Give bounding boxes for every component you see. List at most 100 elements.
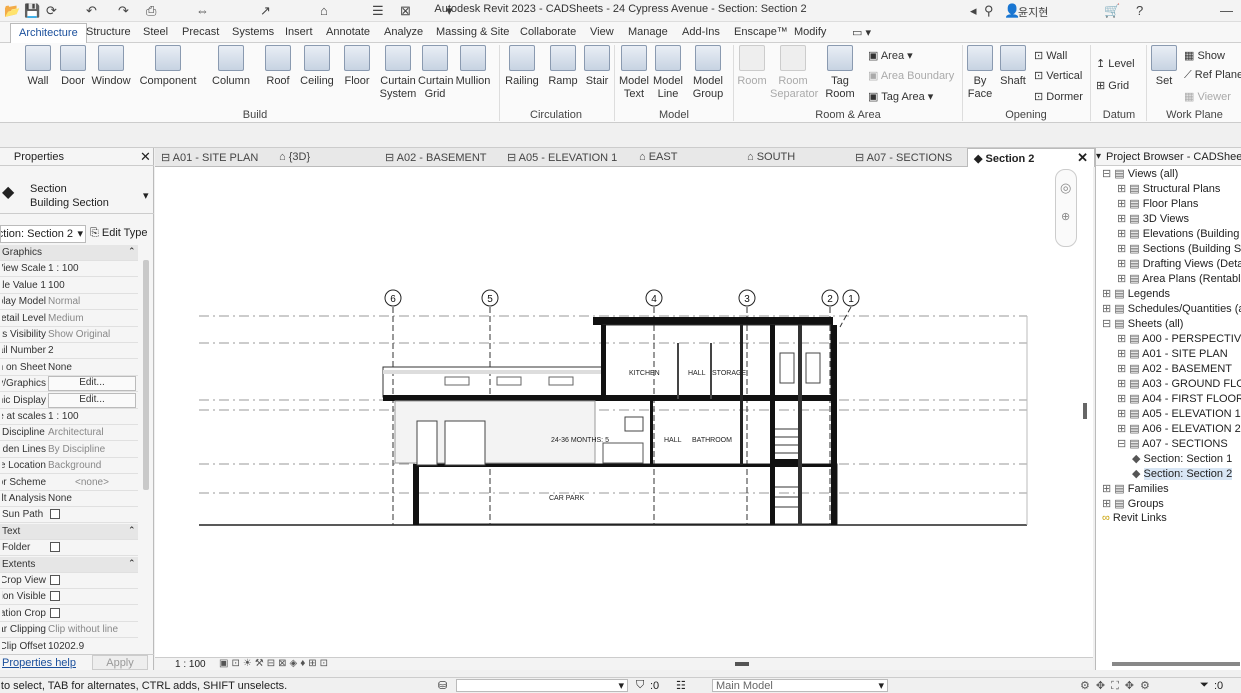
- tab-add-ins[interactable]: Add-Ins: [682, 26, 720, 38]
- browser-item[interactable]: ⊞ ▤ A05 - ELEVATION 1: [1117, 407, 1241, 420]
- tab-collaborate[interactable]: Collaborate: [520, 26, 576, 38]
- expand-icon[interactable]: ⊞: [1102, 288, 1114, 300]
- browser-item[interactable]: ⊞ ▤ Schedules/Quantities (all): [1102, 302, 1241, 315]
- filter-icon[interactable]: ⏷: [1200, 679, 1209, 692]
- tab-architecture[interactable]: Architecture: [10, 23, 87, 44]
- browser-menu-icon[interactable]: ▾: [1096, 151, 1101, 162]
- expand-icon[interactable]: ⊞: [1102, 303, 1114, 315]
- building-section[interactable]: KITCHEN HALL STORAGE 24-36 MONTHS: 5 HAL…: [382, 317, 838, 525]
- ribbon-toggle-icon[interactable]: ▭ ▾: [852, 26, 871, 39]
- property-group-extents[interactable]: Extents ⌃: [0, 556, 138, 573]
- property-group-text[interactable]: Text ⌃: [0, 523, 138, 540]
- checkbox[interactable]: [50, 607, 60, 618]
- close-hidden-icon[interactable]: ⊠: [400, 3, 411, 19]
- property-row[interactable]: Detail LevelMedium: [0, 311, 138, 327]
- help-icon[interactable]: ?: [1136, 3, 1143, 18]
- design-options-icon[interactable]: ☷: [676, 679, 686, 692]
- property-row[interactable]: Display ModelNormal: [0, 294, 138, 311]
- property-row[interactable]: Rotation on SheetNone: [0, 360, 138, 376]
- property-value[interactable]: Clip without line: [48, 624, 136, 635]
- roof-tool[interactable]: Roof: [262, 45, 294, 88]
- expand-icon[interactable]: ⊞: [1117, 198, 1129, 210]
- expand-icon[interactable]: ⊞: [1102, 498, 1114, 510]
- browser-item[interactable]: ⊟ ▤ A07 - SECTIONS: [1117, 437, 1228, 450]
- browser-item[interactable]: ⊞ ▤ Elevations (Building Elevation): [1117, 227, 1241, 240]
- zoom-icon[interactable]: ⊕: [1061, 210, 1070, 223]
- tab-manage[interactable]: Manage: [628, 26, 668, 38]
- collapse-icon[interactable]: ⊟: [1102, 318, 1114, 330]
- by-face-tool[interactable]: By Face: [966, 45, 994, 101]
- room-tag-hall-upper[interactable]: HALL: [688, 370, 706, 377]
- property-row[interactable]: Visibility/GraphicsEdit...: [0, 376, 138, 393]
- viewer-tool[interactable]: ▦ Viewer: [1184, 90, 1231, 103]
- selection-filter-icons[interactable]: ⚙✥⛶✥⚙: [1080, 679, 1156, 693]
- browser-item[interactable]: ∞ Revit Links: [1102, 512, 1167, 524]
- property-value[interactable]: 1 : 100: [48, 263, 136, 274]
- model-group-tool[interactable]: Model Group: [690, 45, 726, 101]
- property-value[interactable]: Normal: [48, 296, 136, 307]
- property-value[interactable]: Architectural: [48, 427, 136, 438]
- level-tool[interactable]: ↥ Level: [1096, 57, 1135, 70]
- properties-scrollbar[interactable]: [143, 260, 149, 490]
- property-row[interactable]: View Scale1 : 100: [0, 261, 138, 278]
- collapse-icon[interactable]: ⊟: [1117, 438, 1129, 450]
- floor-tool[interactable]: Floor: [340, 45, 374, 88]
- room-tool[interactable]: Room: [736, 45, 768, 88]
- expand-icon[interactable]: ⊞: [1117, 408, 1129, 420]
- shaft-tool[interactable]: Shaft: [998, 45, 1028, 88]
- type-selector[interactable]: ◆ Section Building Section ▾: [0, 170, 154, 214]
- close-icon[interactable]: ✕: [140, 149, 151, 165]
- property-row[interactable]: Sun Path: [0, 507, 138, 524]
- search-left-icon[interactable]: ◂: [970, 3, 977, 19]
- vertical-scrollbar[interactable]: [1083, 403, 1087, 419]
- tab-precast[interactable]: Precast: [182, 26, 219, 38]
- property-row[interactable]: Color Scheme LocationBackground: [0, 458, 138, 475]
- property-value[interactable]: 10202.9: [48, 641, 136, 652]
- horizontal-scrollbar[interactable]: [735, 662, 749, 666]
- property-row[interactable]: Show Hidden LinesBy Discipline: [0, 442, 138, 458]
- collapse-icon[interactable]: ⌃: [128, 246, 136, 257]
- properties-help-link[interactable]: Properties help: [2, 657, 76, 669]
- property-row[interactable]: Far Clip Offset10202.9: [0, 639, 138, 655]
- browser-item[interactable]: ⊞ ▤ A00 - PERSPECTIVE: [1117, 332, 1241, 345]
- design-option-dropdown[interactable]: Main Model ▾: [712, 679, 888, 692]
- tab-a07-sections[interactable]: ⊟ A07 - SECTIONS: [855, 151, 952, 164]
- component-tool[interactable]: Component: [138, 45, 198, 88]
- checkbox[interactable]: [50, 509, 60, 520]
- checkbox[interactable]: [50, 575, 60, 585]
- wall-tool[interactable]: Wall: [22, 45, 54, 88]
- binoculars-icon[interactable]: ⚲: [984, 3, 994, 19]
- expand-icon[interactable]: ⊞: [1117, 243, 1129, 255]
- tab-a01-site-plan[interactable]: ⊟ A01 - SITE PLAN: [161, 151, 258, 164]
- ref-plane-tool[interactable]: ⟋ Ref Plane: [1184, 69, 1241, 82]
- print-icon[interactable]: ⎙: [146, 3, 156, 19]
- browser-item[interactable]: ⊞ ▤ Legends: [1102, 287, 1170, 300]
- checkbox[interactable]: [50, 542, 60, 553]
- sync-icon[interactable]: ⟳: [46, 3, 57, 19]
- checkbox[interactable]: [50, 591, 60, 602]
- property-value[interactable]: None: [48, 493, 136, 504]
- property-value[interactable]: 1 : 100: [48, 411, 136, 422]
- grid-tool[interactable]: ⊞ Grid: [1096, 79, 1129, 92]
- expand-icon[interactable]: ⊞: [1117, 273, 1129, 285]
- close-icon[interactable]: ✕: [1077, 150, 1088, 166]
- ramp-tool[interactable]: Ramp: [546, 45, 580, 88]
- drawing-canvas[interactable]: 6 5 4 3 2 1 KITCHEN HALL STORAGE 24-36 M…: [155, 167, 1093, 657]
- editable-only-icon[interactable]: ⛉: [636, 679, 644, 692]
- browser-item[interactable]: ⊟ ▤ Views (all): [1102, 167, 1178, 180]
- property-row[interactable]: Detail Number2: [0, 343, 138, 360]
- expand-icon[interactable]: ⊞: [1117, 423, 1129, 435]
- expand-icon[interactable]: ⊞: [1117, 228, 1129, 240]
- curtain-system-tool[interactable]: Curtain System: [378, 45, 418, 101]
- tab-analyze[interactable]: Analyze: [384, 26, 423, 38]
- property-value[interactable]: <none>: [48, 477, 136, 488]
- tag-room-tool[interactable]: Tag Room: [824, 45, 856, 101]
- dormer-tool[interactable]: ⊡ Dormer: [1034, 90, 1083, 103]
- tab-view[interactable]: View: [590, 26, 614, 38]
- tab-a02-basement[interactable]: ⊟ A02 - BASEMENT: [385, 151, 487, 164]
- browser-item[interactable]: ⊞ ▤ A01 - SITE PLAN: [1117, 347, 1228, 360]
- expand-icon[interactable]: ⊞: [1117, 183, 1129, 195]
- room-tag-bedroom[interactable]: 24-36 MONTHS: 5: [551, 437, 609, 444]
- tab-systems[interactable]: Systems: [232, 26, 274, 38]
- property-value[interactable]: Edit...: [48, 392, 136, 408]
